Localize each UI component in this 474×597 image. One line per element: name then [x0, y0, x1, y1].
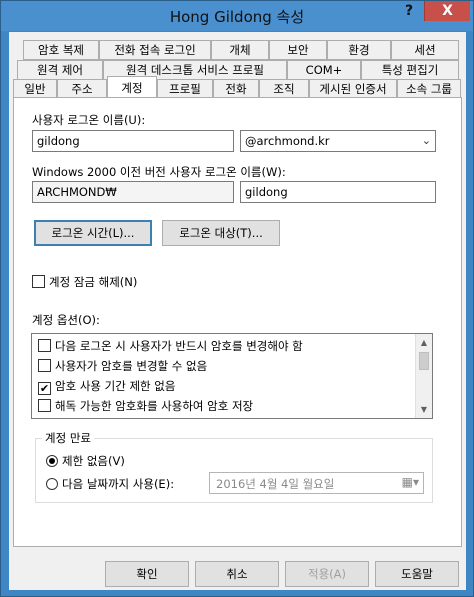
calendar-icon: ▦▾	[401, 475, 419, 489]
dialog-client: 암호 복제 전화 접속 로그인 개체 보안 환경 세션 원격 제어 원격 데스크…	[9, 32, 466, 590]
option-checkbox[interactable]	[38, 399, 51, 412]
option-checkbox[interactable]	[38, 359, 51, 372]
expires-never-radio[interactable]: 제한 없음(V)	[46, 453, 125, 469]
close-button[interactable]: X	[424, 1, 470, 21]
help-button[interactable]: 도움말	[375, 561, 459, 587]
option-label: 해독 가능한 암호화를 사용하여 암호 저장	[55, 399, 254, 413]
logon-name-input[interactable]: gildong	[32, 130, 234, 152]
scroll-thumb[interactable]	[419, 352, 429, 370]
tab-attribute-editor[interactable]: 특성 편집기	[361, 60, 459, 80]
logon-hours-button[interactable]: 로그온 시간(L)...	[34, 220, 152, 246]
title-bar[interactable]: Hong Gildong 속성 ? X	[1, 1, 473, 31]
ok-button[interactable]: 확인	[105, 561, 189, 587]
tab-remote-control[interactable]: 원격 제어	[17, 60, 103, 80]
tab-telephones[interactable]: 전화	[213, 79, 259, 99]
tab-password-replication[interactable]: 암호 복제	[23, 40, 99, 60]
logon-to-button[interactable]: 로그온 대상(T)...	[162, 220, 280, 246]
tab-organization[interactable]: 조직	[259, 79, 309, 99]
radio-end-of[interactable]	[46, 478, 58, 490]
account-options-label: 계정 옵션(O):	[32, 313, 100, 327]
option-item[interactable]: 사용자가 암호를 변경할 수 없음	[38, 356, 207, 376]
expires-never-label: 제한 없음(V)	[62, 454, 125, 468]
tab-profile[interactable]: 프로필	[157, 79, 213, 99]
logon-name-label: 사용자 로그온 이름(U):	[32, 113, 146, 127]
option-label: 사용자가 암호를 변경할 수 없음	[55, 359, 208, 373]
option-checkbox[interactable]	[38, 339, 51, 352]
option-item[interactable]: 다음 로그온 시 사용자가 반드시 암호를 변경해야 함	[38, 336, 303, 356]
tab-com-plus[interactable]: COM+	[287, 60, 361, 80]
chevron-down-icon: ⌄	[421, 134, 431, 147]
tab-object[interactable]: 개체	[211, 40, 269, 60]
unlock-account-label: 계정 잠금 해제(N)	[49, 275, 138, 289]
expires-date-picker: 2016년 4월 4일 월요일 ▦▾	[209, 472, 424, 494]
apply-button[interactable]: 적용(A)	[285, 561, 369, 587]
expires-date-value: 2016년 4월 4일 월요일	[216, 477, 335, 491]
expires-end-of-label: 다음 날짜까지 사용(E):	[62, 477, 175, 491]
unlock-account-checkbox[interactable]: 계정 잠금 해제(N)	[32, 274, 137, 290]
scroll-down-icon[interactable]: ▼	[416, 401, 432, 418]
tab-account[interactable]: 계정	[107, 76, 157, 98]
account-options-list[interactable]: 다음 로그온 시 사용자가 반드시 암호를 변경해야 함 사용자가 암호를 변경…	[31, 333, 433, 419]
tab-address[interactable]: 주소	[57, 79, 107, 99]
upn-suffix-value: @archmond.kr	[245, 134, 330, 148]
option-label: 다음 로그온 시 사용자가 반드시 암호를 변경해야 함	[55, 339, 303, 353]
option-item[interactable]: ✔ 암호 사용 기간 제한 없음	[38, 376, 175, 396]
pre2000-label: Windows 2000 이전 버전 사용자 로그온 이름(W):	[32, 165, 286, 179]
tab-general[interactable]: 일반	[13, 79, 57, 99]
unlock-checkbox-box	[32, 275, 45, 288]
tab-published-certificates[interactable]: 게시된 인증서	[309, 79, 397, 99]
option-item[interactable]: 해독 가능한 암호화를 사용하여 암호 저장	[38, 396, 253, 416]
pre2000-domain-field: ARCHMOND₩	[32, 181, 234, 203]
upn-suffix-select[interactable]: @archmond.kr ⌄	[240, 130, 436, 152]
option-checkbox[interactable]: ✔	[38, 382, 51, 395]
tab-environment[interactable]: 환경	[327, 40, 391, 60]
radio-never[interactable]	[46, 455, 58, 467]
tab-member-of[interactable]: 소속 그룹	[397, 79, 461, 99]
scroll-up-icon[interactable]: ▲	[416, 334, 432, 351]
help-title-button[interactable]: ?	[394, 1, 424, 21]
account-expires-title: 계정 만료	[42, 430, 94, 446]
checkmark-icon: ✔	[39, 382, 50, 395]
pre2000-name-input[interactable]: gildong	[240, 181, 436, 203]
options-scrollbar[interactable]: ▲ ▼	[415, 334, 432, 418]
tab-sessions[interactable]: 세션	[391, 40, 459, 60]
properties-window: Hong Gildong 속성 ? X 암호 복제 전화 접속 로그인 개체 보…	[0, 0, 474, 597]
expires-end-of-radio[interactable]: 다음 날짜까지 사용(E):	[46, 476, 174, 492]
option-label: 암호 사용 기간 제한 없음	[55, 379, 176, 393]
cancel-button[interactable]: 취소	[195, 561, 279, 587]
tab-dial-in[interactable]: 전화 접속 로그인	[99, 40, 211, 60]
tab-security[interactable]: 보안	[269, 40, 327, 60]
